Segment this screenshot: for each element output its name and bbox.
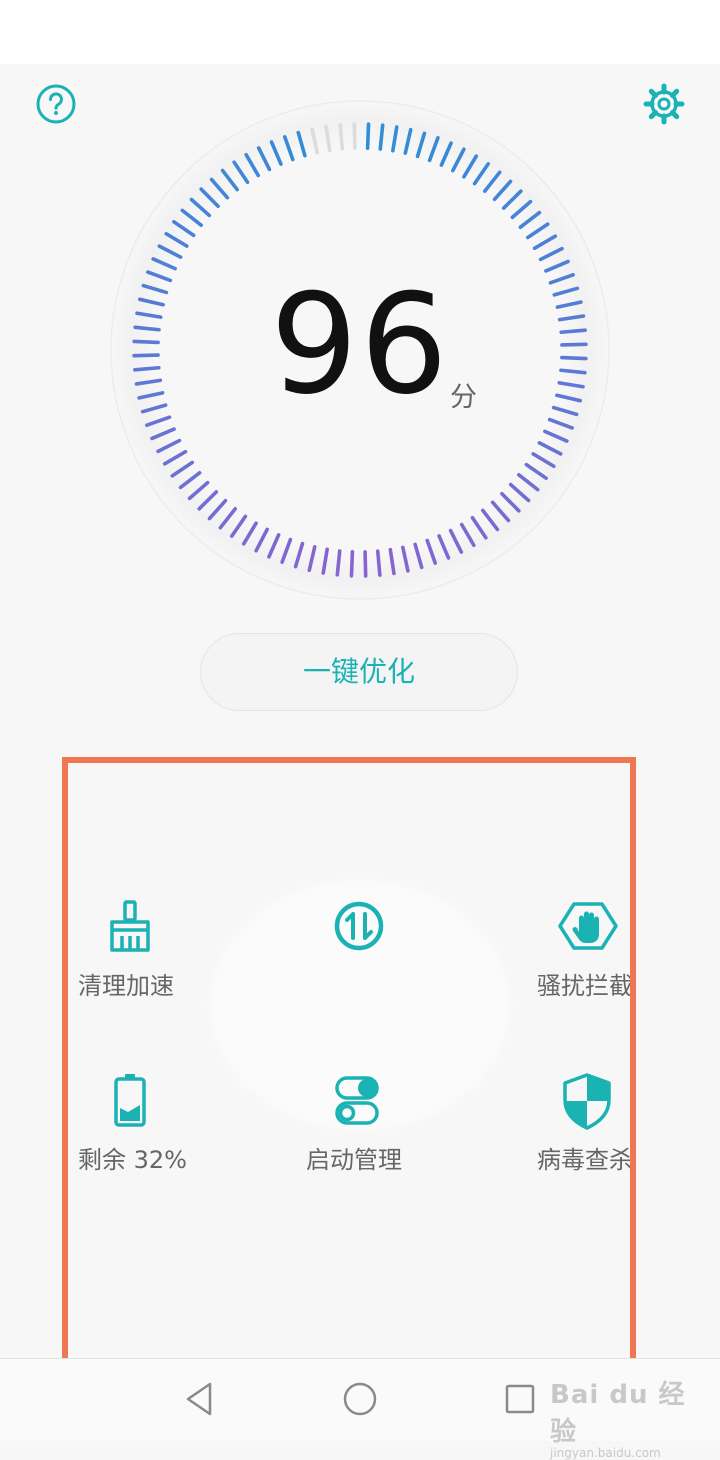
- dial-tick: [363, 550, 368, 578]
- help-button[interactable]: [34, 82, 78, 126]
- tile-virus-scan[interactable]: 病毒查杀: [535, 1072, 630, 1222]
- help-icon: [36, 84, 76, 124]
- tile-startup-management[interactable]: 启动管理: [306, 1072, 506, 1222]
- back-triangle-icon: [186, 1382, 212, 1416]
- dial-tick: [365, 122, 371, 150]
- dial-tick: [349, 550, 355, 578]
- gear-icon: [643, 83, 685, 125]
- status-bar-area: [0, 0, 720, 64]
- dial-tick: [378, 123, 385, 151]
- block-hand-icon: [558, 898, 618, 958]
- recents-button[interactable]: [500, 1379, 540, 1419]
- tile-battery[interactable]: 剩余 32%: [78, 1072, 278, 1222]
- broom-icon: [100, 898, 160, 958]
- battery-icon: [100, 1072, 160, 1132]
- dial-tick: [338, 123, 345, 151]
- tile-label: 剩余 32%: [78, 1146, 187, 1174]
- tile-data-traffic[interactable]: [329, 898, 529, 1048]
- tile-label: 启动管理: [306, 1146, 402, 1174]
- score-unit: 分: [450, 382, 477, 413]
- back-button[interactable]: [180, 1379, 220, 1419]
- shield-icon: [557, 1072, 617, 1132]
- navigation-bar: [0, 1358, 720, 1441]
- data-traffic-icon: [329, 898, 389, 958]
- dial-tick: [335, 549, 342, 577]
- home-circle-icon: [343, 1382, 377, 1416]
- one-click-optimize-button[interactable]: 一键优化: [200, 633, 518, 711]
- score-value: 96: [270, 264, 450, 425]
- dial-tick: [352, 122, 357, 150]
- dial-tick: [375, 549, 382, 577]
- home-button[interactable]: [340, 1379, 380, 1419]
- settings-button[interactable]: [642, 82, 686, 126]
- tile-clean-speedup[interactable]: 清理加速: [78, 898, 278, 1048]
- recents-square-icon: [505, 1384, 535, 1414]
- watermark-url: jingyan.baidu.com: [550, 1446, 661, 1460]
- tile-label: 骚扰拦截: [537, 972, 630, 1000]
- toggle-icon: [329, 1072, 389, 1132]
- tile-label: 清理加速: [78, 972, 174, 1000]
- tile-label: 病毒查杀: [537, 1146, 630, 1174]
- tile-harassment-block[interactable]: 骚扰拦截: [535, 898, 630, 1048]
